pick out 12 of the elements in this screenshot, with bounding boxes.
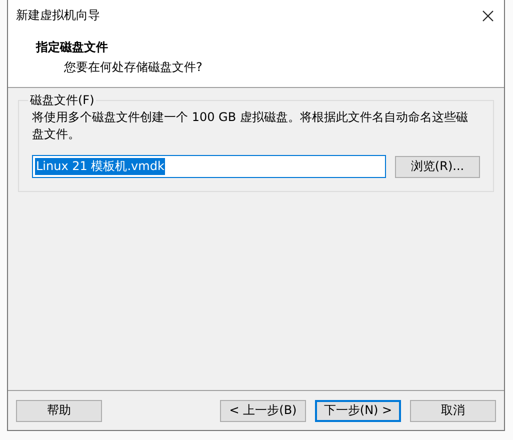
group-label: 磁盘文件(F) — [29, 92, 96, 109]
window-title: 新建虚拟机向导 — [16, 7, 100, 24]
step-subtitle: 您要在何处存储磁盘文件? — [64, 59, 204, 76]
dialog-button[interactable]: < 上一步(B) — [220, 400, 306, 422]
dialog-button[interactable]: 取消 — [410, 400, 496, 422]
file-name-field[interactable]: Linux 21 模板机.vmdk — [32, 155, 386, 178]
dialog-button[interactable]: 帮助 — [16, 400, 102, 422]
dialog-button[interactable]: 下一步(N) > — [315, 400, 401, 422]
step-title: 指定磁盘文件 — [36, 39, 109, 56]
browse-button[interactable]: 浏览(R)... — [395, 156, 480, 178]
close-icon[interactable] — [482, 10, 494, 22]
description-text: 将使用多个磁盘文件创建一个 100 GB 虚拟磁盘。将根据此文件名自动命名这些磁盘文件。 — [32, 109, 469, 143]
